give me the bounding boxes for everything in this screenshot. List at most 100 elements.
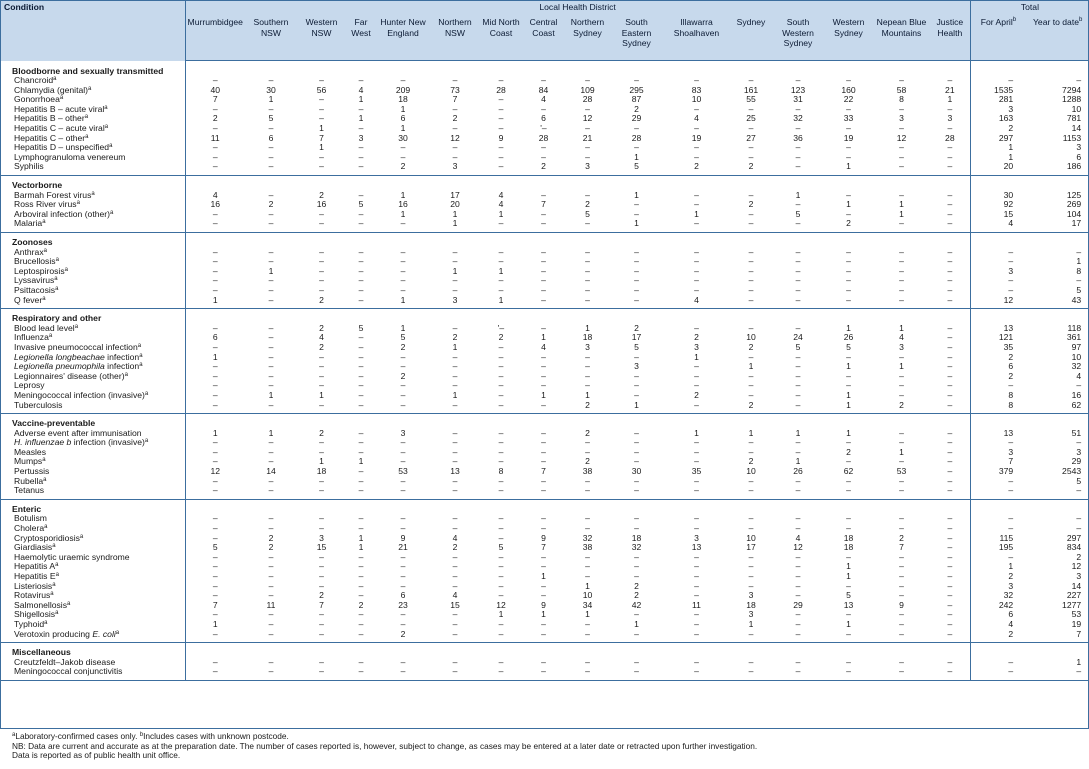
count-cell: –	[185, 486, 245, 500]
count-cell: –	[634, 200, 639, 210]
count-cell: 2	[748, 200, 754, 210]
count-cell: –	[846, 285, 851, 295]
count-cell: –	[795, 247, 801, 257]
total-for-month-cell: 3	[969, 104, 1027, 115]
condition-label: Haemolytic uraemic syndrome	[14, 552, 130, 562]
count-cell: –	[212, 342, 218, 352]
empty-cell	[824, 233, 873, 248]
empty-cell	[565, 499, 610, 514]
empty-cell	[346, 176, 376, 191]
footnote-marker: a	[74, 323, 79, 330]
condition-label: Hepatitis B – acute viral	[14, 104, 105, 114]
count-cell: 1	[846, 200, 851, 210]
count-cell: –	[899, 562, 904, 572]
count-cell: –	[212, 209, 218, 219]
count-cell: –	[585, 190, 590, 200]
count-cell: –	[498, 428, 504, 438]
count-cell: 3	[565, 162, 610, 177]
count-cell: –	[400, 76, 406, 86]
count-cell: 12	[210, 467, 221, 477]
condition-label: Psittacosis	[14, 285, 56, 295]
total-for-month-cell: 281	[969, 95, 1027, 105]
count-cell: –	[212, 257, 218, 267]
condition-name: Hepatitis D – unspecifieda	[0, 143, 186, 153]
count-cell: –	[319, 610, 324, 620]
count-cell: –	[730, 629, 772, 644]
count-cell: –	[498, 352, 504, 362]
count-cell: –	[947, 200, 953, 210]
count-cell: 3	[748, 610, 754, 620]
count-cell: –	[452, 657, 458, 667]
count-cell: 42	[631, 600, 642, 610]
count-cell: –	[185, 629, 245, 644]
count-cell: –	[947, 591, 953, 601]
count-cell: 1	[358, 114, 364, 124]
count-cell: –	[319, 76, 324, 86]
condition-label: Chlamydia (genital)	[14, 85, 89, 95]
count-cell: 1	[541, 572, 546, 581]
count-cell: 56	[316, 85, 327, 95]
count-cell: 23	[398, 600, 408, 610]
condition-name: Syphilis	[0, 162, 186, 177]
count-cell: 5	[212, 543, 218, 553]
footnote-marker: a	[43, 247, 47, 254]
count-cell: 2	[694, 390, 699, 400]
count-cell: –	[212, 562, 218, 572]
count-cell: 16	[316, 200, 327, 210]
empty-cell	[376, 309, 430, 324]
count-cell: 4	[899, 333, 904, 343]
count-cell: –	[694, 457, 699, 467]
table-row: Tuberculosis – – – – – – – –2 1–2–1 2–8 62	[0, 400, 1089, 415]
count-cell: –	[947, 476, 953, 486]
count-cell: 1	[795, 457, 801, 467]
count-cell: –	[268, 104, 274, 114]
count-cell: 3	[319, 533, 324, 543]
condition-label: Hepatitis C – other	[14, 133, 86, 143]
count-cell: –	[947, 467, 953, 477]
count-cell: 6	[212, 333, 218, 343]
count-cell: '–	[497, 323, 505, 333]
total-header: Total	[969, 0, 1089, 15]
count-cell: –	[358, 285, 364, 295]
count-cell: –	[947, 323, 953, 333]
count-cell: 2	[268, 200, 274, 210]
count-cell: –	[541, 657, 546, 667]
count-cell: –	[452, 257, 458, 267]
count-cell: 28	[538, 133, 549, 143]
count-cell: –	[498, 562, 504, 572]
count-cell: 2	[585, 457, 590, 467]
condition-name: Ross River virusa	[0, 200, 186, 210]
count-cell: –	[498, 390, 504, 400]
count-cell: –	[795, 657, 801, 667]
lhd-column-header: Illawarra Shoalhaven	[663, 15, 730, 61]
empty-cell	[376, 414, 430, 429]
count-cell: 1	[748, 428, 754, 438]
count-cell: –	[541, 524, 546, 534]
count-cell: 18	[316, 467, 327, 477]
table-row: Listeriosisa – – – – – – – – 1 2 – – – – – – 3 14	[0, 581, 1089, 592]
count-cell: –	[358, 276, 364, 286]
empty-cell	[480, 233, 522, 248]
count-cell: –	[610, 486, 663, 500]
empty-cell	[772, 499, 824, 514]
count-cell: –	[585, 447, 590, 457]
footnote-marker: a	[55, 562, 59, 569]
count-cell: –	[795, 362, 801, 372]
count-cell: –	[400, 352, 406, 362]
count-cell: 7	[899, 543, 904, 553]
empty-cell	[772, 176, 824, 191]
count-cell: –	[748, 476, 754, 486]
count-cell: –	[846, 152, 851, 162]
count-cell: –	[400, 657, 406, 667]
count-cell: 2	[663, 162, 730, 177]
empty-cell	[1026, 61, 1089, 77]
count-cell: 5	[846, 342, 851, 352]
empty-cell	[730, 643, 772, 658]
count-cell: –	[212, 514, 218, 524]
section-title: Respiratory and other	[0, 308, 186, 324]
count-cell: –	[541, 476, 546, 486]
count-cell: –	[212, 457, 218, 467]
count-cell: –	[498, 257, 504, 267]
count-cell: –	[795, 591, 801, 601]
condition-name: Chlamydia (genital)a	[0, 85, 186, 96]
